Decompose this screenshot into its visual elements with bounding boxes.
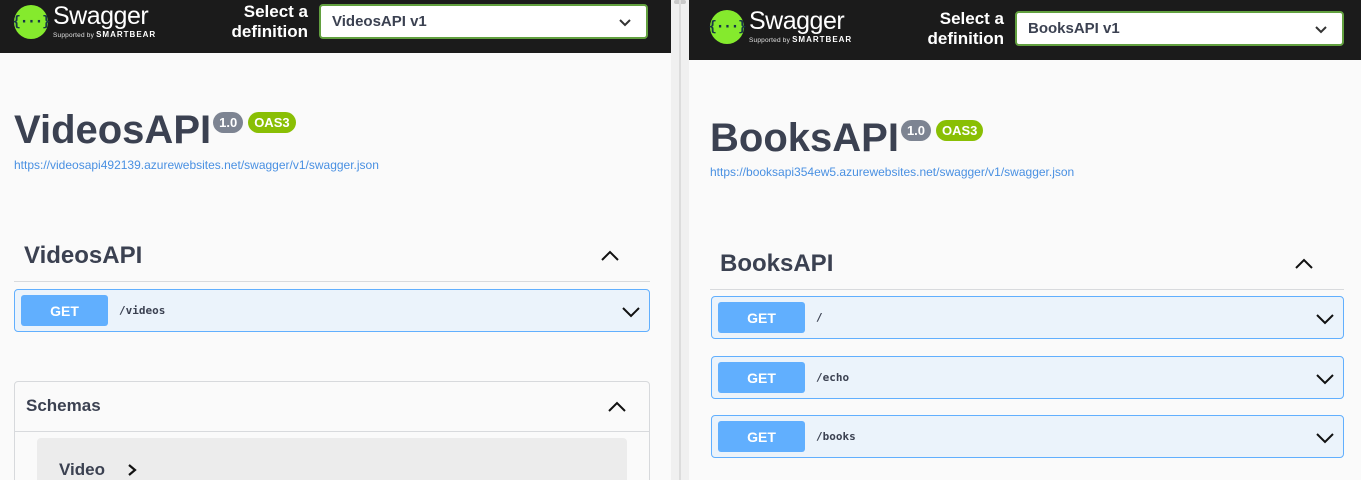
chevron-down-icon: [1315, 26, 1327, 34]
top-bar: {···} Swagger Supported by SMARTBEAR Sel…: [689, 0, 1361, 60]
api-title: VideosAPI 1.0 OAS3: [14, 108, 296, 153]
swagger-logo-icon: {···}: [12, 4, 51, 39]
operation-path: /: [816, 311, 823, 324]
select-label-line2: definition: [927, 29, 1004, 48]
oas-badge: OAS3: [936, 120, 984, 141]
logo-sub-prefix: Supported by: [749, 37, 791, 44]
select-definition-label: Select a definition: [218, 2, 308, 42]
api-title: BooksAPI 1.0 OAS3: [710, 116, 984, 161]
schemas-section: Schemas Video: [14, 381, 650, 480]
select-label-line1: Select a: [939, 9, 1004, 28]
version-badge: 1.0: [900, 120, 932, 141]
method-badge: GET: [718, 421, 805, 452]
swagger-logo[interactable]: {···} Swagger Supported by SMARTBEAR: [12, 4, 156, 40]
chevron-down-icon[interactable]: [1315, 428, 1335, 448]
definition-select-value: VideosAPI v1: [332, 13, 427, 30]
operation-get-root[interactable]: GET /: [711, 296, 1344, 339]
method-badge: GET: [718, 362, 805, 393]
chevron-up-icon[interactable]: [1294, 254, 1314, 274]
oas-badge: OAS3: [248, 112, 296, 133]
logo-text: Swagger Supported by SMARTBEAR: [53, 4, 156, 40]
operation-get-videos[interactable]: GET /videos: [14, 289, 650, 332]
chevron-down-icon[interactable]: [1315, 369, 1335, 389]
operation-path: /videos: [119, 304, 166, 317]
logo-sub-prefix: Supported by: [53, 32, 95, 39]
operation-get-echo[interactable]: GET /echo: [711, 356, 1344, 399]
method-badge: GET: [718, 302, 805, 333]
definition-select[interactable]: VideosAPI v1: [319, 4, 648, 39]
operation-path: /echo: [816, 371, 850, 384]
model-video[interactable]: Video: [37, 438, 627, 480]
logo-sub-brand: SMARTBEAR: [96, 30, 157, 39]
chevron-down-icon: [619, 19, 631, 27]
chevron-up-icon[interactable]: [607, 397, 627, 417]
divider-grip: [679, 0, 681, 480]
tag-section-title: VideosAPI: [24, 242, 143, 269]
logo-sub-brand: SMARTBEAR: [792, 35, 853, 44]
api-title-text: BooksAPI: [710, 116, 899, 160]
select-label-line2: definition: [231, 22, 308, 41]
tag-section-header[interactable]: BooksAPI: [710, 240, 1344, 290]
chevron-down-icon[interactable]: [1315, 309, 1335, 329]
select-label-line1: Select a: [243, 2, 308, 21]
tag-section-header[interactable]: VideosAPI: [14, 232, 650, 282]
schemas-header[interactable]: Schemas: [15, 382, 649, 432]
logo-text: Swagger Supported by SMARTBEAR: [749, 9, 852, 45]
spec-url-link[interactable]: https://booksapi354ew5.azurewebsites.net…: [710, 165, 1074, 179]
tag-section-title: BooksAPI: [720, 250, 834, 277]
swagger-logo-icon: {···}: [708, 9, 747, 44]
definition-select[interactable]: BooksAPI v1: [1015, 11, 1344, 46]
model-name: Video: [59, 460, 105, 479]
split-divider[interactable]: [671, 0, 689, 480]
logo-sub: Supported by SMARTBEAR: [53, 31, 156, 40]
api-title-text: VideosAPI: [14, 108, 212, 152]
select-definition-label: Select a definition: [914, 9, 1004, 49]
chevron-down-icon[interactable]: [621, 302, 641, 322]
logo-sub: Supported by SMARTBEAR: [749, 36, 852, 45]
method-badge: GET: [21, 295, 108, 326]
operation-get-books[interactable]: GET /books: [711, 415, 1344, 458]
top-bar: {···} Swagger Supported by SMARTBEAR Sel…: [0, 0, 671, 53]
logo-name: Swagger: [53, 2, 149, 30]
spec-url-link[interactable]: https://videosapi492139.azurewebsites.ne…: [14, 158, 379, 172]
logo-name: Swagger: [749, 7, 845, 35]
left-swagger-pane: {···} Swagger Supported by SMARTBEAR Sel…: [0, 0, 671, 480]
chevron-right-icon: [128, 464, 137, 476]
chevron-up-icon[interactable]: [600, 246, 620, 266]
definition-select-value: BooksAPI v1: [1028, 20, 1120, 37]
schemas-title: Schemas: [26, 396, 101, 415]
swagger-logo[interactable]: {···} Swagger Supported by SMARTBEAR: [708, 9, 852, 45]
version-badge: 1.0: [213, 112, 244, 133]
right-swagger-pane: {···} Swagger Supported by SMARTBEAR Sel…: [689, 0, 1361, 480]
operation-path: /books: [816, 430, 856, 443]
